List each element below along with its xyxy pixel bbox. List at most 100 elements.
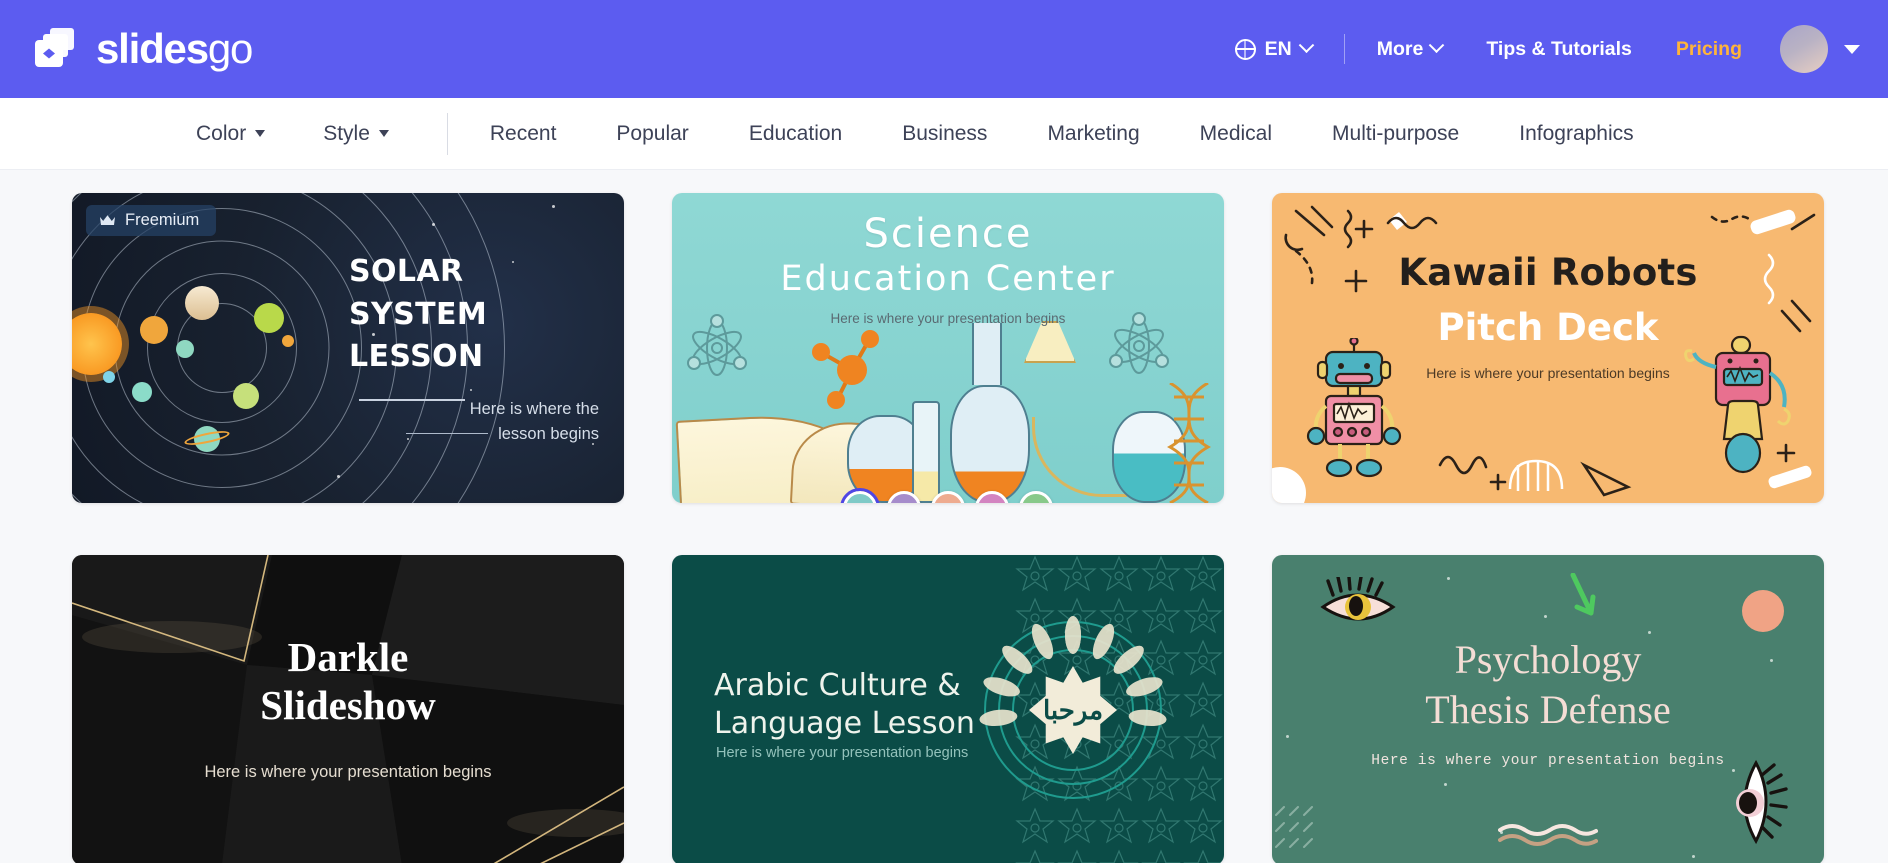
card-title-line2: Pitch Deck: [1437, 306, 1659, 349]
tab-medical[interactable]: Medical: [1200, 122, 1272, 146]
template-card-solar-system[interactable]: Freemium SOLAR SYSTEM LESSON Here is whe…: [72, 193, 624, 503]
slides-stack-icon: [30, 23, 82, 75]
header-divider: [1343, 34, 1345, 64]
mandala-decoration: مرحبا: [979, 616, 1167, 799]
more-label: More: [1376, 37, 1424, 60]
tab-popular-label: Popular: [616, 121, 689, 145]
planet-decoration: [103, 371, 115, 383]
swatch-peach[interactable]: [931, 491, 965, 503]
test-tube-decoration: [912, 401, 940, 503]
hatch-decoration: [1275, 806, 1313, 848]
dna-decoration: [1162, 381, 1216, 503]
squiggle-decoration: [1498, 824, 1598, 846]
molecule-icon: [807, 328, 897, 418]
planet-decoration: [254, 303, 284, 333]
tab-multi-purpose-label: Multi-purpose: [1332, 121, 1460, 145]
swatch-pink[interactable]: [975, 491, 1009, 503]
top-header: slidesgo EN More Tips & Tutorials Pricin…: [0, 0, 1888, 98]
tab-infographics[interactable]: Infographics: [1519, 122, 1633, 146]
tab-medical-label: Medical: [1199, 121, 1273, 145]
flask-neck-decoration: [972, 323, 1002, 385]
card-title-line2: Slideshow: [260, 682, 436, 729]
language-label: EN: [1264, 37, 1292, 60]
robot-icon-right: [1684, 335, 1791, 474]
card-title-line1: Science: [863, 211, 1033, 257]
tab-infographics-label: Infographics: [1519, 121, 1634, 145]
swatch-purple[interactable]: [887, 491, 921, 503]
globe-icon: [1234, 38, 1256, 60]
tips-tutorials-link[interactable]: Tips & Tutorials: [1464, 38, 1654, 61]
caret-down-icon: [1844, 44, 1860, 54]
chevron-down-icon: [255, 130, 266, 137]
template-card-kawaii-robots[interactable]: Kawaii Robots Pitch Deck Here is where y…: [1272, 193, 1824, 503]
arrow-down-icon: [1570, 573, 1596, 616]
card-title-line2: Language Lesson: [714, 706, 975, 742]
site-logo[interactable]: slidesgo: [30, 23, 254, 75]
freemium-badge: Freemium: [86, 205, 217, 236]
nav-separator: [446, 112, 448, 155]
eye-icon: [1320, 577, 1396, 621]
template-grid: Freemium SOLAR SYSTEM LESSON Here is whe…: [0, 170, 1888, 863]
user-menu[interactable]: [1780, 25, 1860, 73]
chevron-down-icon: [1298, 36, 1315, 53]
tab-popular[interactable]: Popular: [616, 122, 688, 146]
card-subtitle: Here is where your presentation begins: [1371, 753, 1725, 769]
card-title-line1: Darkle: [287, 634, 409, 680]
card-subtitle: Here is where your presentation begins: [204, 763, 492, 781]
tips-label: Tips & Tutorials: [1486, 37, 1632, 60]
color-swatch-list: [840, 488, 1053, 503]
microscope-head-decoration: [1024, 321, 1076, 363]
pricing-label: Pricing: [1675, 37, 1742, 60]
card-subtitle-line1: Here is where the: [469, 399, 599, 418]
planet-decoration: [185, 286, 219, 320]
card-subtitle: Here is where your presentation begins: [716, 745, 969, 761]
crown-icon: [99, 214, 116, 227]
card-subtitle-line2: lesson begins: [498, 425, 599, 444]
tab-multi-purpose[interactable]: Multi-purpose: [1332, 122, 1459, 146]
header-nav: EN More Tips & Tutorials Pricing: [1213, 0, 1860, 98]
freemium-label: Freemium: [125, 211, 200, 229]
pricing-link[interactable]: Pricing: [1654, 38, 1764, 61]
tab-education[interactable]: Education: [749, 122, 842, 146]
card-subtitle: Here is where your presentation begins: [830, 311, 1066, 326]
card-title: SOLAR SYSTEM LESSON: [349, 251, 599, 421]
template-card-psychology-thesis[interactable]: Psychology Thesis Defense Here is where …: [1272, 555, 1824, 863]
tab-business-label: Business: [902, 121, 988, 145]
card-title: Arabic Culture & Language Lesson: [714, 667, 975, 744]
logo-text-light: go: [207, 25, 254, 72]
card-title-line1: SOLAR SYSTEM: [349, 254, 488, 332]
swatch-green[interactable]: [1019, 491, 1053, 503]
filter-style-label: Style: [323, 121, 370, 145]
more-menu[interactable]: More: [1355, 36, 1465, 61]
card-title: Darkle Slideshow: [72, 633, 624, 730]
language-selector[interactable]: EN: [1213, 36, 1334, 61]
filter-color[interactable]: Color: [196, 121, 266, 146]
filter-color-label: Color: [196, 121, 247, 145]
category-navbar: Color Style Recent Popular Education Bus…: [0, 98, 1888, 170]
eye-icon: [1736, 759, 1788, 845]
tab-business[interactable]: Business: [902, 122, 987, 146]
chevron-down-icon: [1429, 36, 1445, 53]
logo-text-bold: slides: [96, 25, 209, 72]
card-title: Kawaii Robots Pitch Deck: [1272, 251, 1824, 349]
card-subtitle: Here is where your presentation begins: [1426, 365, 1670, 381]
template-card-darkle-slideshow[interactable]: Darkle Slideshow Here is where your pres…: [72, 555, 624, 863]
planet-decoration: [132, 382, 152, 402]
card-title-line1: Psychology: [1454, 637, 1642, 682]
card-title-line2: LESSON: [349, 339, 484, 375]
swatch-teal[interactable]: [840, 488, 880, 503]
card-title-line1: Kawaii Robots: [1398, 251, 1698, 294]
template-card-science-education[interactable]: Science Education Center Here is where y…: [672, 193, 1224, 503]
chevron-down-icon: [378, 130, 389, 137]
tab-marketing[interactable]: Marketing: [1047, 122, 1139, 146]
card-title-line1: Arabic Culture &: [714, 668, 961, 703]
subtitle-rule-decoration: [406, 433, 489, 435]
card-title: Science Education Center: [672, 211, 1224, 299]
template-card-arabic-culture[interactable]: مرحبا Arabic Culture & Language Lesson H…: [672, 555, 1224, 863]
tab-education-label: Education: [748, 121, 843, 145]
avatar: [1780, 25, 1828, 73]
card-title: Psychology Thesis Defense: [1272, 635, 1824, 735]
card-title-line2: Education Center: [780, 259, 1116, 299]
filter-style[interactable]: Style: [323, 122, 389, 146]
tab-recent[interactable]: Recent: [490, 122, 557, 146]
